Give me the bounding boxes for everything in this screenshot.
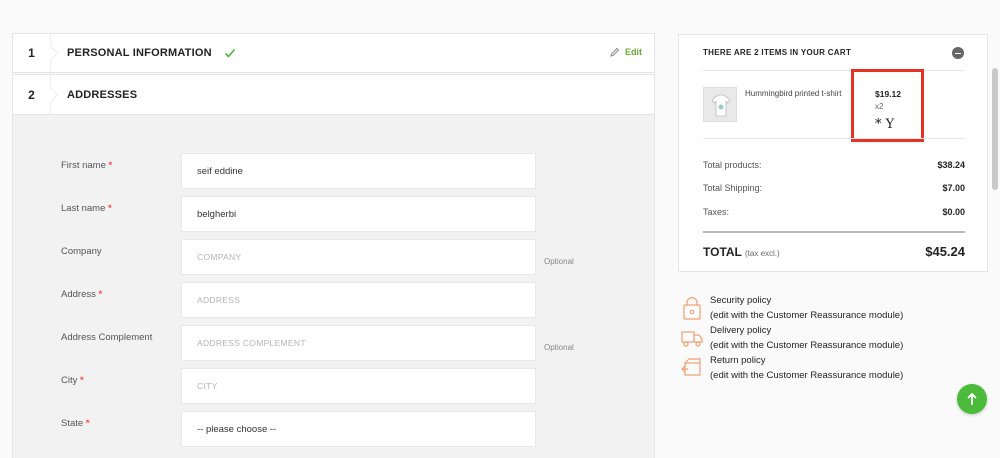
field-label: Address	[61, 289, 96, 300]
first-name-input[interactable]: seif eddine	[181, 153, 536, 189]
highlight-box	[851, 69, 924, 142]
reassurance-desc: (edit with the Customer Reassurance modu…	[710, 310, 904, 321]
field-label: First name	[61, 160, 106, 171]
pencil-icon	[610, 47, 620, 57]
divider	[703, 231, 965, 233]
reassurance-desc: (edit with the Customer Reassurance modu…	[710, 340, 904, 351]
form-row-last-name: Last name * belgherbi	[13, 196, 656, 232]
checkmark-icon	[224, 48, 235, 58]
company-input[interactable]: COMPANY	[181, 239, 536, 275]
line-value: $38.24	[937, 160, 965, 170]
last-name-input[interactable]: belgherbi	[181, 196, 536, 232]
divider	[703, 138, 965, 139]
optional-label: Optional	[544, 343, 574, 352]
line-value: $7.00	[942, 183, 965, 193]
line-label: Total Shipping:	[703, 183, 763, 193]
form-row-address-complement: Address Complement ADDRESS COMPLEMENT Op…	[13, 325, 656, 361]
tshirt-icon	[711, 94, 731, 117]
reassurance-return: Return policy (edit with the Customer Re…	[680, 353, 980, 383]
field-label: Company	[61, 246, 102, 257]
edit-label: Edit	[625, 47, 642, 57]
reassurance-title: Return policy	[710, 355, 766, 366]
required-marker: *	[108, 160, 113, 171]
field-label: State	[61, 418, 84, 429]
step-addresses[interactable]: 2 ADDRESSES	[12, 74, 655, 115]
product-name[interactable]: Hummingbird printed t-shirt	[745, 89, 855, 98]
state-select[interactable]: -- please choose --	[181, 411, 536, 447]
address-form: First name * seif eddine Last name * bel…	[12, 115, 655, 458]
collapse-toggle-icon[interactable]	[952, 47, 964, 59]
divider	[703, 70, 965, 71]
return-box-icon	[681, 358, 701, 376]
step-personal-information[interactable]: 1 PERSONAL INFORMATION Edit	[12, 33, 655, 73]
total-sub: (tax excl.)	[745, 249, 780, 258]
form-row-address: Address * ADDRESS	[13, 282, 656, 318]
required-marker: *	[80, 375, 84, 386]
arrow-up-icon	[967, 392, 977, 405]
taxes-line: Taxes: $0.00	[703, 207, 965, 217]
field-label: Address Complement	[61, 332, 153, 343]
reassurance-security: Security policy (edit with the Customer …	[680, 293, 980, 323]
total-shipping-line: Total Shipping: $7.00	[703, 183, 965, 193]
step-title: PERSONAL INFORMATION	[67, 47, 212, 59]
optional-label: Optional	[544, 257, 574, 266]
form-row-state: State * -- please choose --	[13, 411, 656, 447]
total-label: TOTAL	[703, 245, 742, 259]
scrollbar-thumb[interactable]	[992, 68, 998, 190]
checkout-steps: 1 PERSONAL INFORMATION Edit 2 ADDRESSES …	[12, 33, 655, 458]
step-number: 2	[13, 75, 51, 114]
field-label: Last name	[61, 203, 106, 214]
cart-title: THERE ARE 2 ITEMS IN YOUR CART	[703, 48, 852, 57]
step-title: ADDRESSES	[67, 88, 138, 101]
city-input[interactable]: CITY	[181, 368, 536, 404]
lock-icon	[683, 296, 701, 320]
scroll-to-top-button[interactable]	[957, 384, 987, 414]
required-marker: *	[108, 203, 112, 214]
reassurance-title: Delivery policy	[710, 325, 772, 336]
total-value: $45.24	[925, 244, 965, 259]
product-thumbnail[interactable]	[703, 87, 737, 122]
line-label: Total products:	[703, 160, 762, 170]
line-value: $0.00	[942, 207, 965, 217]
field-label: City	[61, 375, 78, 386]
form-row-city: City * CITY	[13, 368, 656, 404]
reassurance-delivery: Delivery policy (edit with the Customer …	[680, 323, 980, 353]
address-complement-input[interactable]: ADDRESS COMPLEMENT	[181, 325, 536, 361]
total-products-line: Total products: $38.24	[703, 160, 965, 170]
truck-icon	[681, 331, 703, 347]
reassurance-title: Security policy	[710, 295, 772, 306]
cart-summary: THERE ARE 2 ITEMS IN YOUR CART Hummingbi…	[678, 34, 988, 272]
required-marker: *	[85, 418, 90, 429]
step-number: 1	[13, 34, 51, 72]
form-row-first-name: First name * seif eddine	[13, 153, 656, 189]
address-input[interactable]: ADDRESS	[181, 282, 536, 318]
edit-button[interactable]: Edit	[610, 47, 642, 57]
form-row-company: Company COMPANY Optional	[13, 239, 656, 275]
required-marker: *	[98, 289, 103, 300]
reassurance-desc: (edit with the Customer Reassurance modu…	[710, 370, 904, 381]
cart-total: TOTAL (tax excl.) $45.24	[703, 244, 965, 259]
line-label: Taxes:	[703, 207, 730, 217]
